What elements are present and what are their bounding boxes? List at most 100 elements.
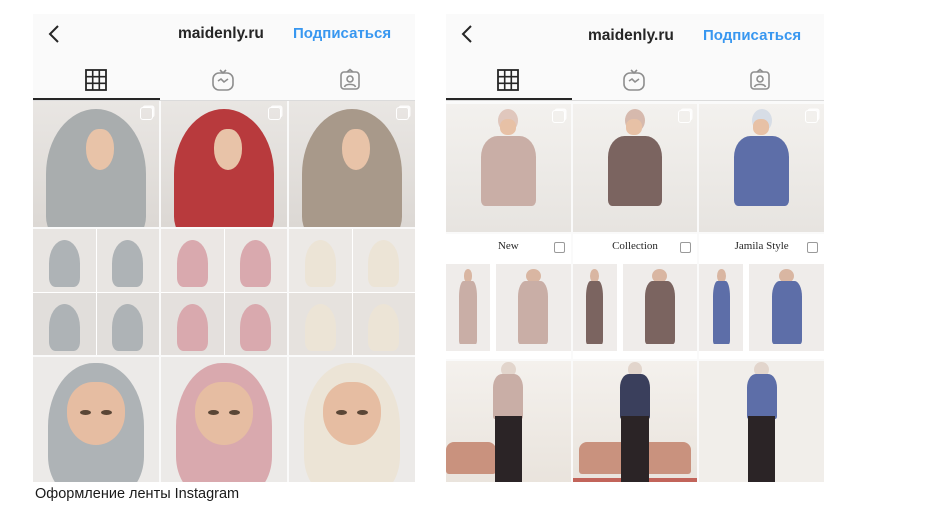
model-face [752,119,770,135]
eye [335,409,347,415]
tabs-divider [446,100,824,101]
model-figure [645,281,675,345]
story-frame [699,264,744,351]
knit-hood [176,303,208,351]
carousel-icon [678,110,692,123]
chevron-left-icon [461,25,472,43]
right-profile-screen: maidenly.ru Подписаться New Collection J… [446,14,824,482]
profile-username: maidenly.ru [178,25,264,42]
tab-tagged[interactable] [698,60,823,100]
carousel-icon [396,107,409,120]
grid-icon [497,69,520,91]
model-face [626,119,643,135]
post-tile[interactable] [289,101,415,227]
back-button[interactable] [43,22,67,46]
pink-armchair [446,441,496,475]
tab-igtv[interactable] [160,60,286,100]
collage-cell [96,292,159,355]
model-face [323,382,381,446]
photo-collage [33,229,159,355]
knit-hood [240,240,272,288]
maxi-skirt [747,416,776,482]
model-face [85,128,114,171]
post-tile[interactable]: Jamila Style [699,234,824,359]
post-tile[interactable] [572,361,698,482]
model-face [499,119,516,135]
collage-cell [33,292,96,355]
post-tile[interactable] [161,357,287,482]
post-tile[interactable]: New [446,234,571,359]
model-face [341,128,370,171]
story-frame [495,264,571,351]
story-title: Collection [612,240,658,252]
story-frame [749,264,824,351]
follow-button[interactable]: Подписаться [703,27,801,44]
knit-hood [48,303,80,351]
photo-collage [289,229,415,355]
tagged-icon [340,68,361,90]
story-frame [446,264,490,351]
post-tile[interactable]: Collection [572,234,698,359]
model-face [213,128,242,171]
post-tile[interactable] [161,101,287,227]
back-button[interactable] [456,22,480,46]
carousel-icon [680,242,692,253]
story-strip [446,264,571,351]
model-figure [459,281,477,345]
post-tile[interactable] [33,229,159,355]
knit-hood [368,240,400,288]
model-figure [771,281,802,345]
pink-turtleneck [493,373,524,419]
story-frame [572,264,617,351]
knit-hood [368,303,400,351]
profile-header: maidenly.ru Подписаться [446,14,824,54]
model-figure [712,281,731,345]
story-title: New [497,240,519,252]
collage-cell [96,229,159,292]
model-figure [585,281,604,345]
photo-collage [161,229,287,355]
collage-cell [33,229,96,292]
post-tile[interactable] [289,357,415,482]
collage-cell [161,292,224,355]
igtv-icon [623,69,646,91]
collage-cell [289,229,352,292]
model-face [67,382,125,446]
tab-tagged[interactable] [287,60,413,100]
post-tile[interactable] [446,104,571,232]
carousel-icon [804,110,818,123]
profile-tabs [33,60,415,100]
post-tile[interactable] [33,101,159,227]
carousel-icon [553,242,565,253]
post-tile[interactable] [699,361,824,482]
post-tile[interactable] [161,229,287,355]
figure-caption: Оформление ленты Instagram [35,486,240,502]
tab-posts-grid[interactable] [33,60,159,100]
post-tile[interactable] [699,104,824,232]
knit-hood [240,303,272,351]
grid-icon [85,69,107,91]
post-tile[interactable] [446,361,571,482]
eye [79,409,91,415]
story-strip [572,264,698,351]
post-tile[interactable] [572,104,698,232]
story-strip [699,264,824,351]
knit-hood [48,240,80,288]
knit-hood [112,240,144,288]
follow-button[interactable]: Подписаться [293,25,391,42]
collage-cell [289,292,352,355]
left-profile-screen: maidenly.ru Подписаться [33,14,415,482]
collage-cell [161,229,224,292]
carousel-icon [268,107,281,120]
post-tile[interactable] [289,229,415,355]
carousel-icon [806,242,818,253]
tab-igtv[interactable] [572,60,697,100]
posts-grid [33,101,415,482]
profile-header: maidenly.ru Подписаться [33,14,415,54]
mauve-turtleneck [607,136,663,207]
story-title: Jamila Style [734,240,789,252]
knit-hood [112,303,144,351]
tab-posts-grid[interactable] [446,60,571,100]
model-face [195,382,253,446]
post-tile[interactable] [33,357,159,482]
